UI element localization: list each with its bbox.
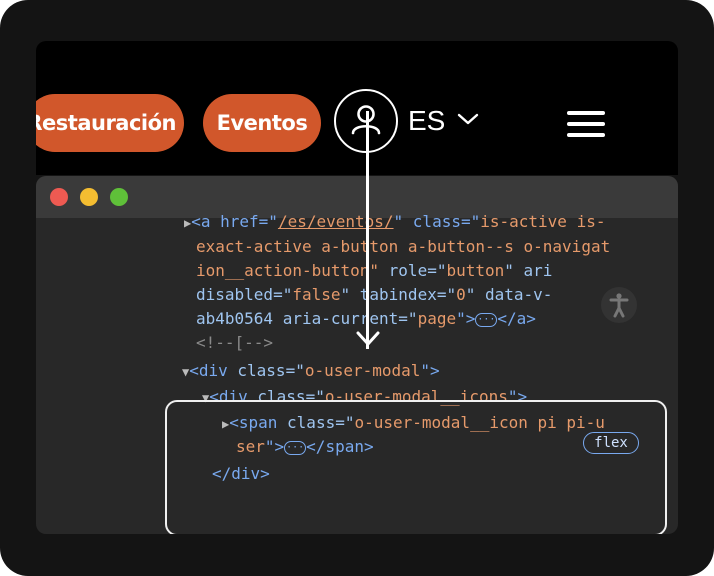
chevron-down-icon[interactable] bbox=[456, 111, 480, 127]
screenshot-frame: Restauración Eventos ES ▶<a href="/es/ev… bbox=[0, 0, 714, 576]
code-line[interactable]: disabled="false" tabindex="0" data-v- bbox=[196, 283, 552, 307]
pointer-line bbox=[366, 111, 369, 349]
code-line-user-modal[interactable]: ▼<div class="o-user-modal"> bbox=[182, 359, 440, 384]
close-window-button[interactable] bbox=[50, 188, 68, 206]
accessibility-button[interactable] bbox=[601, 287, 637, 323]
minimize-window-button[interactable] bbox=[80, 188, 98, 206]
website-header: Restauración Eventos ES bbox=[36, 41, 678, 175]
maximize-window-button[interactable] bbox=[110, 188, 128, 206]
code-line[interactable]: ▶<a href="/es/eventos/" class="is-active… bbox=[184, 210, 605, 235]
hamburger-menu-icon[interactable] bbox=[566, 109, 606, 139]
restauracion-button[interactable]: Restauración bbox=[36, 94, 184, 152]
accessibility-icon bbox=[609, 293, 629, 318]
language-selector[interactable]: ES bbox=[408, 103, 445, 139]
ellipsis-badge[interactable]: ··· bbox=[475, 312, 498, 327]
code-comment[interactable]: <!--[--> bbox=[196, 331, 273, 355]
elements-panel: ▶<a href="/es/eventos/" class="is-active… bbox=[36, 212, 678, 534]
arrow-down-icon bbox=[356, 331, 380, 346]
highlight-box bbox=[165, 400, 667, 534]
devtools-window: ▶<a href="/es/eventos/" class="is-active… bbox=[36, 176, 678, 534]
code-line[interactable]: ion__action-button" role="button" ari bbox=[196, 259, 552, 283]
code-line[interactable]: exact-active a-button a-button--s o-navi… bbox=[196, 235, 610, 259]
eventos-button[interactable]: Eventos bbox=[203, 94, 321, 152]
